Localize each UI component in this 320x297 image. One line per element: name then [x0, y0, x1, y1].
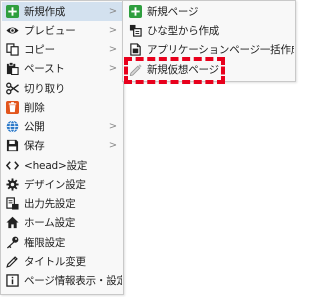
menu-item-change-title[interactable]: タイトル変更: [2, 252, 122, 271]
document-icon: [128, 43, 142, 57]
pencil-icon: [5, 255, 19, 269]
submenu-item-new-virtual-page[interactable]: 新規仮想ページ: [124, 60, 294, 79]
menu-item-label: コピー: [24, 44, 55, 56]
submenu-item-label: アプリケーションページ一括作成: [147, 44, 294, 56]
menu-item-output-settings[interactable]: 出力先設定: [2, 194, 122, 213]
code-icon: [5, 159, 19, 173]
scissors-icon: [5, 82, 19, 96]
gear-icon: [5, 178, 19, 192]
add-icon: [128, 5, 142, 19]
menu-item-home-settings[interactable]: ホーム設定: [2, 213, 122, 232]
new-submenu: 新規ページ ひな型から作成 アプリケーションページ一括作成 新規仮想ページ: [122, 0, 296, 82]
menu-item-label: タイトル変更: [24, 256, 86, 268]
menu-item-delete[interactable]: 削除: [2, 98, 122, 117]
submenu-arrow-icon: >: [108, 6, 118, 17]
virtual-page-icon: [128, 63, 142, 77]
menu-item-label: 切り取り: [24, 83, 66, 95]
context-menu: 新規作成 > プレビュー > コピー > ペースト > 切り取り 削除 公開 >…: [0, 0, 124, 295]
submenu-item-label: 新規ページ: [147, 6, 199, 18]
submenu-arrow-icon: >: [108, 44, 118, 55]
paste-icon: [5, 62, 19, 76]
submenu-item-from-template[interactable]: ひな型から作成: [124, 21, 294, 40]
submenu-arrow-icon: >: [108, 121, 118, 132]
menu-item-label: 権限設定: [24, 237, 66, 249]
template-icon: [128, 24, 142, 38]
menu-item-cut[interactable]: 切り取り: [2, 79, 122, 98]
menu-item-copy[interactable]: コピー >: [2, 40, 122, 59]
menu-item-page-info[interactable]: ページ情報表示・設定: [2, 271, 122, 290]
key-icon: [5, 236, 19, 250]
menu-item-label: 削除: [24, 102, 45, 114]
submenu-item-new-page[interactable]: 新規ページ: [124, 2, 294, 21]
submenu-item-label: ひな型から作成: [147, 25, 220, 37]
menu-item-publish[interactable]: 公開 >: [2, 117, 122, 136]
submenu-arrow-icon: >: [108, 63, 118, 74]
submenu-arrow-icon: >: [108, 140, 118, 151]
submenu-arrow-icon: >: [108, 25, 118, 36]
menu-item-label: 出力先設定: [24, 198, 76, 210]
menu-item-label: 新規作成: [24, 6, 66, 18]
menu-item-label: ページ情報表示・設定: [24, 275, 122, 287]
menu-item-label: 公開: [24, 121, 45, 133]
menu-item-label: <head>設定: [24, 160, 88, 172]
menu-item-save[interactable]: 保存 >: [2, 136, 122, 155]
menu-item-label: ホーム設定: [24, 217, 76, 229]
menu-item-label: 保存: [24, 140, 45, 152]
floppy-icon: [5, 139, 19, 153]
menu-item-design-settings[interactable]: デザイン設定: [2, 175, 122, 194]
menu-item-permission-settings[interactable]: 権限設定: [2, 233, 122, 252]
add-icon: [5, 5, 19, 19]
menu-item-label: プレビュー: [24, 25, 76, 37]
eye-icon: [5, 24, 19, 38]
submenu-item-label: 新規仮想ページ: [147, 64, 219, 76]
menu-item-label: デザイン設定: [24, 179, 86, 191]
copy-icon: [5, 43, 19, 57]
globe-icon: [5, 120, 19, 134]
menu-item-preview[interactable]: プレビュー >: [2, 21, 122, 40]
home-icon: [5, 216, 19, 230]
submenu-item-bulk-app-pages[interactable]: アプリケーションページ一括作成: [124, 40, 294, 59]
menu-item-label: ペースト: [24, 63, 65, 75]
trash-icon: [5, 101, 19, 115]
menu-item-paste[interactable]: ペースト >: [2, 59, 122, 78]
menu-item-new[interactable]: 新規作成 >: [2, 2, 122, 21]
output-icon: [5, 197, 19, 211]
info-icon: [5, 274, 19, 288]
menu-item-head-settings[interactable]: <head>設定: [2, 156, 122, 175]
